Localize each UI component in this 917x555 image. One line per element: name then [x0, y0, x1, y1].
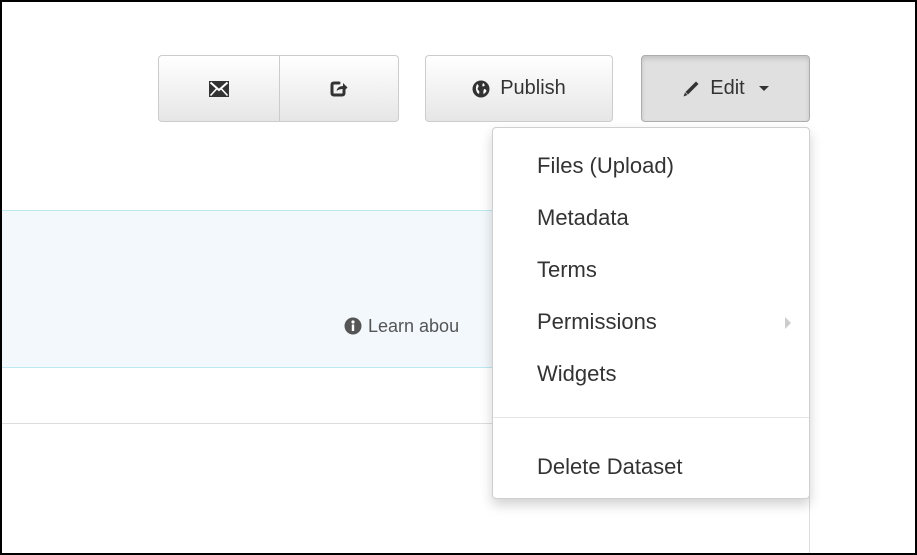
menu-divider: [493, 417, 809, 418]
menu-item-permissions[interactable]: Permissions: [493, 301, 809, 343]
menu-item-label: Widgets: [537, 361, 617, 386]
caret-down-icon: [758, 86, 769, 91]
email-button[interactable]: [158, 55, 280, 122]
menu-item-metadata[interactable]: Metadata: [493, 197, 809, 239]
chevron-right-icon: [785, 317, 791, 329]
pencil-icon: [682, 80, 700, 98]
learn-about-link[interactable]: Learn abou: [344, 313, 459, 339]
menu-item-label: Permissions: [537, 309, 657, 334]
menu-item-terms[interactable]: Terms: [493, 249, 809, 291]
menu-item-delete-dataset[interactable]: Delete Dataset: [493, 446, 809, 488]
menu-item-label: Terms: [537, 257, 597, 282]
share-icon: [330, 80, 348, 98]
globe-icon: [472, 80, 490, 98]
edit-dropdown-button[interactable]: Edit: [641, 55, 810, 122]
contact-share-button-group: [158, 55, 399, 122]
menu-item-label: Delete Dataset: [537, 454, 683, 479]
edit-label: Edit: [710, 77, 745, 99]
info-circle-icon: [344, 317, 362, 335]
menu-item-label: Metadata: [537, 205, 629, 230]
edit-dropdown-menu: Files (Upload) Metadata Terms Permission…: [492, 127, 810, 499]
publish-label: Publish: [500, 77, 566, 99]
share-button[interactable]: [279, 55, 399, 122]
window-frame: Publish Edit Learn abou Files (Upload) M…: [0, 0, 917, 555]
menu-item-label: Files (Upload): [537, 153, 674, 178]
menu-item-files-upload[interactable]: Files (Upload): [493, 145, 809, 187]
learn-about-text: Learn abou: [368, 315, 460, 336]
envelope-icon: [209, 80, 229, 97]
menu-item-widgets[interactable]: Widgets: [493, 353, 809, 395]
publish-button[interactable]: Publish: [425, 55, 613, 122]
